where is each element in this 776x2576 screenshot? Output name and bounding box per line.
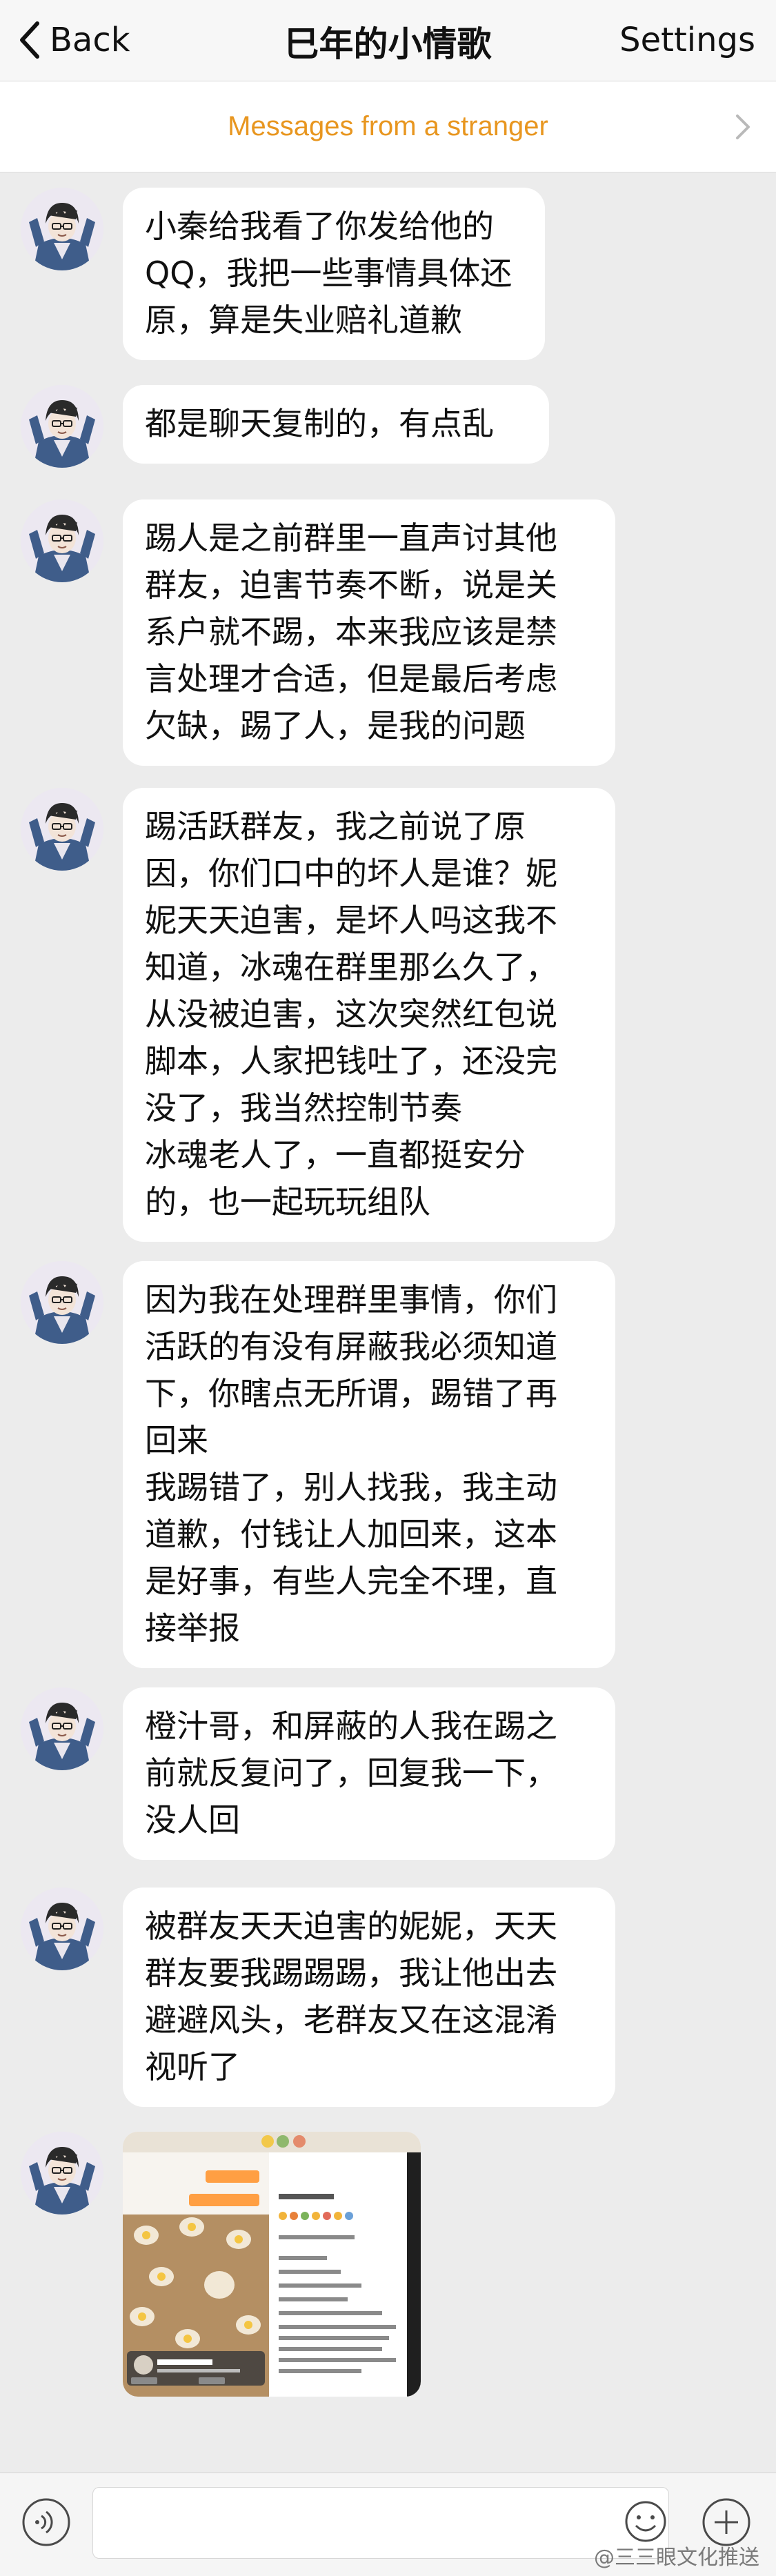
chevron-left-icon [20, 21, 39, 59]
watermark: @三三眼文化推送 [594, 2546, 759, 2570]
message-input[interactable] [92, 2487, 669, 2559]
avatar[interactable] [21, 188, 103, 270]
message-bubble[interactable]: 踢人是之前群里一直声讨其他 群友，迫害节奏不断，说是关 系户就不踢，本来我应该是… [123, 499, 615, 766]
avatar[interactable] [21, 788, 103, 871]
image-message[interactable] [123, 2132, 421, 2397]
avatar[interactable] [21, 1687, 103, 1770]
back-button[interactable]: Back [18, 15, 130, 65]
message-bubble[interactable]: 橙汁哥，和屏蔽的人我在踢之 前就反复问了，回复我一下， 没人回 [123, 1687, 615, 1860]
emoji-icon[interactable] [624, 2499, 668, 2544]
message-bubble[interactable]: 被群友天天迫害的妮妮，天天 群友要我踢踢踢，我让他出去 避避风头，老群友又在这混… [123, 1888, 615, 2107]
avatar[interactable] [21, 1261, 103, 1344]
back-label: Back [50, 21, 130, 59]
avatar[interactable] [21, 1888, 103, 1970]
input-bar: @三三眼文化推送 [0, 2473, 776, 2576]
message-bubble[interactable]: 踢活跃群友，我之前说了原 因，你们口中的坏人是谁？妮 妮天天迫害，是坏人吗这我不… [123, 788, 615, 1242]
chat-screenshot-image [123, 2132, 421, 2397]
navigation-bar: Back 巳年的小情歌 Settings [0, 0, 776, 81]
avatar[interactable] [21, 2132, 103, 2215]
message-bubble[interactable]: 小秦给我看了你发给他的 QQ，我把一些事情具体还 原，算是失业赔礼道歉 [123, 188, 545, 360]
settings-button[interactable]: Settings [619, 21, 755, 59]
chevron-right-icon [736, 115, 750, 139]
message-bubble[interactable]: 因为我在处理群里事情，你们 活跃的有没有屏蔽我必须知道 下，你瞎点无所谓，踢错了… [123, 1261, 615, 1668]
stranger-banner-label: Messages from a stranger [228, 111, 548, 141]
avatar[interactable] [21, 385, 103, 468]
avatar[interactable] [21, 499, 103, 582]
stranger-banner[interactable]: Messages from a stranger [0, 81, 776, 172]
voice-icon[interactable] [21, 2497, 72, 2548]
message-bubble[interactable]: 都是聊天复制的，有点乱 [123, 385, 549, 464]
